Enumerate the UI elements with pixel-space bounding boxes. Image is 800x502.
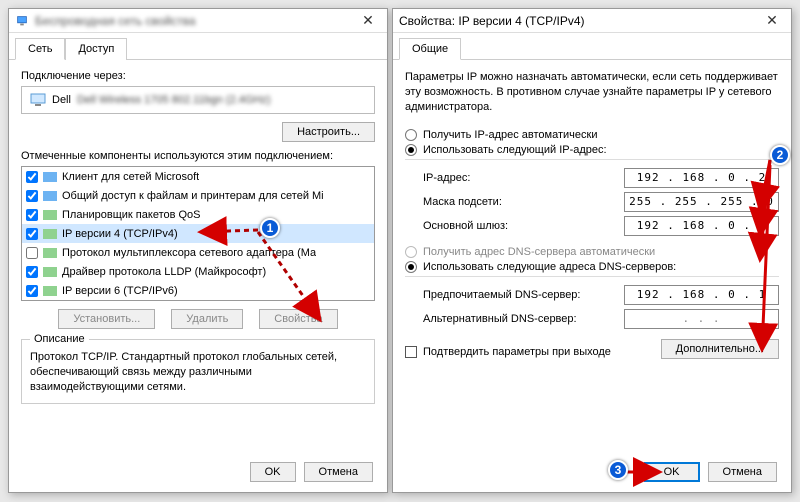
titlebar[interactable]: Беспроводная сеть свойства ✕ [9,9,387,33]
input-gateway[interactable]: 192 . 168 . 0 . 1 [624,216,779,236]
ok-button[interactable]: OK [644,462,700,482]
description-group: Описание Протокол TCP/IP. Стандартный пр… [21,339,375,404]
checkbox[interactable] [26,171,38,183]
item-label: Протокол мультиплексора сетевого адаптер… [62,247,316,259]
list-item[interactable]: Драйвер протокола LLDP (Майкрософт) [22,262,374,281]
radio-dns-auto: Получить адрес DNS-сервера автоматически [405,246,779,258]
remove-button[interactable]: Удалить [171,309,243,329]
input-ip[interactable]: 192 . 168 . 0 . 2 [624,168,779,188]
component-icon [43,227,57,241]
annotation-marker-3: 3 [608,460,628,480]
network-icon [15,14,29,28]
close-icon[interactable]: ✕ [355,12,381,29]
properties-button[interactable]: Свойства [259,309,337,329]
checkbox[interactable] [26,228,38,240]
annotation-marker-1: 1 [260,218,280,238]
titlebar[interactable]: Свойства: IP версии 4 (TCP/IPv4) ✕ [393,9,791,33]
tab-general[interactable]: Общие [399,38,461,60]
label-ip: IP-адрес: [423,172,470,184]
ipv4-properties-dialog: Свойства: IP версии 4 (TCP/IPv4) ✕ Общие… [392,8,792,493]
radio-label: Использовать следующие адреса DNS-сервер… [423,261,676,273]
components-label: Отмеченные компоненты используются этим … [21,150,375,162]
item-label: Клиент для сетей Microsoft [62,171,199,183]
ok-button[interactable]: OK [250,462,296,482]
checkbox[interactable] [26,209,38,221]
close-icon[interactable]: ✕ [759,12,785,29]
radio-icon [405,129,417,141]
cancel-button[interactable]: Отмена [708,462,777,482]
checkbox[interactable] [26,266,38,278]
radio-icon [405,246,417,258]
component-icon [43,284,57,298]
tab-strip: Сеть Доступ [9,33,387,60]
item-label: IP версии 4 (TCP/IPv4) [62,228,178,240]
network-connection-properties-dialog: Беспроводная сеть свойства ✕ Сеть Доступ… [8,8,388,493]
dialog-title: Беспроводная сеть свойства [35,14,355,28]
tab-network[interactable]: Сеть [15,38,65,60]
checkbox[interactable] [26,285,38,297]
label-dns1: Предпочитаемый DNS-сервер: [423,289,580,301]
radio-dns-manual[interactable]: Использовать следующие адреса DNS-сервер… [405,261,779,273]
cancel-button[interactable]: Отмена [304,462,373,482]
component-icon [43,208,57,222]
description-text: Протокол TCP/IP. Стандартный протокол гл… [30,350,366,395]
adapter-name: Dell Wireless 1705 802.11bgn (2.4GHz) [77,94,271,106]
checkbox-label: Подтвердить параметры при выходе [423,346,611,358]
checkbox-icon [405,346,417,358]
list-item-ipv4[interactable]: IP версии 4 (TCP/IPv4) [22,224,374,243]
component-icon [43,189,57,203]
help-text: Параметры IP можно назначать автоматичес… [405,70,779,115]
adapter-name-prefix: Dell [52,94,71,106]
component-icon [43,265,57,279]
adapter-icon [30,93,46,107]
checkbox[interactable] [26,247,38,259]
radio-icon [405,261,417,273]
radio-ip-manual[interactable]: Использовать следующий IP-адрес: [405,144,779,156]
tab-strip: Общие [393,33,791,60]
list-item[interactable]: Планировщик пакетов QoS [22,205,374,224]
radio-ip-auto[interactable]: Получить IP-адрес автоматически [405,129,779,141]
advanced-button[interactable]: Дополнительно... [661,339,779,359]
item-label: IP версии 6 (TCP/IPv6) [62,285,178,297]
connection-label: Подключение через: [21,70,375,82]
label-dns2: Альтернативный DNS-сервер: [423,313,577,325]
radio-label: Получить адрес DNS-сервера автоматически [423,246,655,258]
item-label: Общий доступ к файлам и принтерам для се… [62,190,324,202]
dialog-title: Свойства: IP версии 4 (TCP/IPv4) [399,14,759,28]
description-title: Описание [30,333,89,345]
confirm-on-exit[interactable]: Подтвердить параметры при выходе [405,346,611,358]
label-mask: Маска подсети: [423,196,502,208]
label-gateway: Основной шлюз: [423,220,508,232]
components-list[interactable]: Клиент для сетей Microsoft Общий доступ … [21,166,375,301]
item-label: Планировщик пакетов QoS [62,209,201,221]
radio-label: Получить IP-адрес автоматически [423,129,597,141]
list-item[interactable]: Клиент для сетей Microsoft [22,167,374,186]
connection-adapter: Dell Dell Wireless 1705 802.11bgn (2.4GH… [21,86,375,114]
radio-label: Использовать следующий IP-адрес: [423,144,607,156]
list-item[interactable]: IP версии 6 (TCP/IPv6) [22,281,374,300]
component-icon [43,246,57,260]
install-button[interactable]: Установить... [58,309,155,329]
radio-icon [405,144,417,156]
tab-access[interactable]: Доступ [65,38,127,60]
input-dns1[interactable]: 192 . 168 . 0 . 1 [624,285,779,305]
annotation-marker-2: 2 [770,145,790,165]
checkbox[interactable] [26,190,38,202]
configure-button[interactable]: Настроить... [282,122,375,142]
input-mask[interactable]: 255 . 255 . 255 . 0 [624,192,779,212]
input-dns2[interactable]: . . . [624,309,779,329]
list-item[interactable]: Общий доступ к файлам и принтерам для се… [22,186,374,205]
component-icon [43,170,57,184]
item-label: Драйвер протокола LLDP (Майкрософт) [62,266,266,278]
list-item[interactable]: Протокол мультиплексора сетевого адаптер… [22,243,374,262]
